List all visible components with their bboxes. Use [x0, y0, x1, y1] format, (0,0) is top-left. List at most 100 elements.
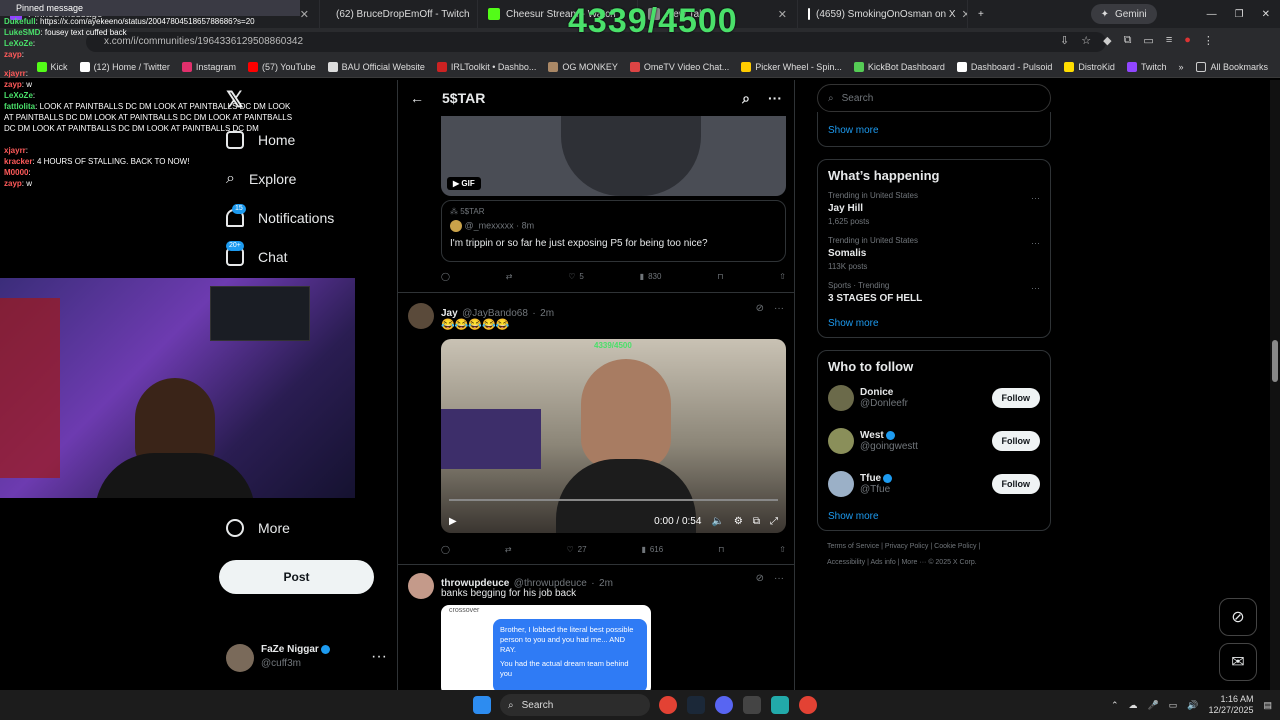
post-button[interactable]: Post	[219, 560, 374, 594]
more-dots-icon[interactable]: ···	[774, 573, 784, 584]
tweet[interactable]: throwupdeuce @throwupdeuce · 2m ⊘ ··· ban…	[398, 564, 794, 690]
chrome-icon[interactable]	[799, 696, 817, 714]
account-switcher[interactable]: FaZe Niggar @cuff3m ···	[226, 642, 387, 676]
footer-link[interactable]: Ads info	[870, 559, 895, 566]
taskbar-search[interactable]: ⌕ Search	[500, 694, 650, 716]
footer-link[interactable]: Privacy Policy	[885, 543, 929, 550]
chrome-icon[interactable]	[659, 696, 677, 714]
trend-item[interactable]: Trending in United States Somalis 113K pos…	[828, 236, 1040, 271]
bookmark-pulsoid[interactable]: Dashboard - Pulsoid	[956, 61, 1052, 72]
browser-tab-active[interactable]: (4659) SmokingOnOsman on X✕	[798, 0, 968, 28]
bookmark-distrokid[interactable]: DistroKid	[1064, 61, 1115, 72]
show-more-link[interactable]: Show more	[828, 318, 1040, 329]
steam-icon[interactable]	[687, 696, 705, 714]
bookmark-pickerwheel[interactable]: Picker Wheel - Spin...	[741, 61, 842, 72]
play-icon[interactable]: ▶	[449, 516, 457, 527]
bookmark-ogmonkey[interactable]: OG MONKEY	[548, 61, 618, 72]
more-dots-icon[interactable]: ···	[774, 303, 784, 314]
cloud-icon[interactable]: ☁	[1128, 700, 1137, 711]
minimize-icon[interactable]: —	[1207, 9, 1217, 20]
fullscreen-icon[interactable]: ⤢	[770, 516, 778, 527]
more-dots-icon[interactable]: ···	[371, 648, 387, 666]
footer-link[interactable]: Accessibility	[827, 559, 865, 566]
share-icon[interactable]: ⇧	[779, 272, 786, 281]
quoted-tweet[interactable]: ⁂ 5$TAR @_mexxxxx · 8m I'm trippin or so…	[441, 200, 786, 262]
more-dots-icon[interactable]: ···	[768, 90, 782, 106]
retweet-icon[interactable]: ⇄	[506, 272, 513, 281]
profile-icon[interactable]: ●	[1184, 34, 1191, 47]
share-icon[interactable]: ⇧	[779, 545, 786, 554]
display-icon[interactable]: ▭	[1169, 700, 1178, 711]
notification-center-icon[interactable]: ▤	[1263, 700, 1272, 711]
follow-suggestion[interactable]: West @goingwestt Follow	[828, 425, 1040, 457]
like-button[interactable]: ♡ 27	[566, 545, 586, 554]
views-button[interactable]: ▮ 616	[641, 545, 663, 554]
footer-link[interactable]: Terms of Service	[827, 543, 879, 550]
all-bookmarks[interactable]: » All Bookmarks	[1178, 61, 1268, 72]
back-arrow-icon[interactable]: ←	[410, 90, 424, 106]
bookmark-bau[interactable]: BAU Official Website	[327, 61, 425, 72]
scrollbar[interactable]	[1270, 80, 1280, 690]
follow-suggestion[interactable]: Donice @Donleefr Follow	[828, 382, 1040, 414]
messages-button[interactable]: ✉	[1219, 643, 1257, 681]
install-icon[interactable]: ⇩	[1060, 34, 1069, 47]
search-icon[interactable]: ⌕	[742, 90, 750, 107]
discord-icon[interactable]	[715, 696, 733, 714]
nav-chat[interactable]: 20+ Chat	[218, 237, 388, 276]
grok-icon[interactable]: ⊘	[756, 303, 764, 314]
retweet-icon[interactable]: ⇄	[505, 545, 512, 554]
reply-icon[interactable]: ◯	[441, 272, 450, 281]
bookmark-icon[interactable]: ⊓	[718, 545, 724, 554]
gemini-button[interactable]: ✦ Gemini	[1090, 4, 1157, 24]
tweet-image[interactable]: crossover Brother, I lobbed the literal …	[441, 605, 651, 690]
nav-more[interactable]: More	[218, 508, 290, 547]
browser-tab[interactable]: (62) BruceDropEmOff - Twitch✕	[320, 0, 478, 28]
bookmark-irltoolkit[interactable]: IRLToolkit • Dashbo...	[436, 61, 536, 72]
close-tab-icon[interactable]: ✕	[300, 8, 309, 21]
more-dots-icon[interactable]: ···	[1031, 283, 1040, 293]
follow-button[interactable]: Follow	[991, 431, 1040, 451]
puzzle-icon[interactable]: ⧉	[1124, 34, 1132, 47]
follow-button[interactable]: Follow	[991, 474, 1040, 494]
menu-icon[interactable]: ⋮	[1203, 34, 1214, 47]
video-progress-bar[interactable]	[449, 499, 778, 501]
like-button[interactable]: ♡ 5	[568, 272, 584, 281]
follow-suggestion[interactable]: Tfue @Tfue Follow	[828, 468, 1040, 500]
bookmark-kickbot[interactable]: KickBot Dashboard	[853, 61, 945, 72]
tweet-video[interactable]: 4339/4500 ▶ 0:00 / 0:54 🔈 ⚙ ⧉ ⤢	[441, 339, 786, 533]
bookmark-icon[interactable]: ⊓	[717, 272, 723, 281]
footer-link[interactable]: More ···	[901, 559, 926, 566]
grok-button[interactable]: ⊘	[1219, 598, 1257, 636]
more-dots-icon[interactable]: ···	[1031, 193, 1040, 203]
settings-gear-icon[interactable]: ⚙	[734, 516, 743, 527]
volume-icon[interactable]: 🔊	[1187, 700, 1198, 711]
tweet-media-gif[interactable]: ▶ GIF	[441, 116, 786, 196]
show-more-link[interactable]: Show more	[828, 125, 879, 136]
bookmark-twitch[interactable]: Twitch	[1126, 61, 1166, 72]
game-icon[interactable]	[771, 696, 789, 714]
footer-link[interactable]: Cookie Policy	[934, 543, 976, 550]
close-tab-icon[interactable]: ✕	[778, 8, 787, 21]
chevron-up-icon[interactable]: ⌃	[1111, 700, 1119, 711]
trend-item[interactable]: Sports · Trending 3 STAGES OF HELL ···	[828, 281, 1040, 304]
pip-icon[interactable]: ⧉	[753, 516, 760, 527]
scrollbar-thumb[interactable]	[1272, 340, 1278, 382]
tweet[interactable]: Jay @JayBando68 · 2m ⊘ ··· 😂😂😂😂😂 4339/450…	[398, 292, 794, 564]
extension-icon[interactable]: ◆	[1103, 34, 1111, 47]
more-dots-icon[interactable]: ···	[1031, 238, 1040, 248]
trend-item[interactable]: Trending in United States Jay Hill 1,625 p…	[828, 191, 1040, 226]
grok-icon[interactable]: ⊘	[756, 573, 764, 584]
close-window-icon[interactable]: ✕	[1262, 9, 1270, 20]
mic-icon[interactable]: 🎤	[1147, 700, 1158, 711]
media-icon[interactable]: ≡	[1166, 34, 1172, 47]
restore-icon[interactable]: ❐	[1235, 9, 1244, 20]
show-more-link[interactable]: Show more	[828, 511, 1040, 522]
bookmark-ometv[interactable]: OmeTV Video Chat...	[629, 61, 729, 72]
volume-icon[interactable]: 🔈	[711, 516, 723, 527]
app-icon[interactable]	[743, 696, 761, 714]
follow-button[interactable]: Follow	[991, 388, 1040, 408]
windows-start-icon[interactable]	[473, 696, 491, 714]
new-tab-button[interactable]: +	[968, 0, 998, 28]
sidepanel-icon[interactable]: ▭	[1143, 34, 1153, 47]
reply-icon[interactable]: ◯	[441, 545, 450, 554]
